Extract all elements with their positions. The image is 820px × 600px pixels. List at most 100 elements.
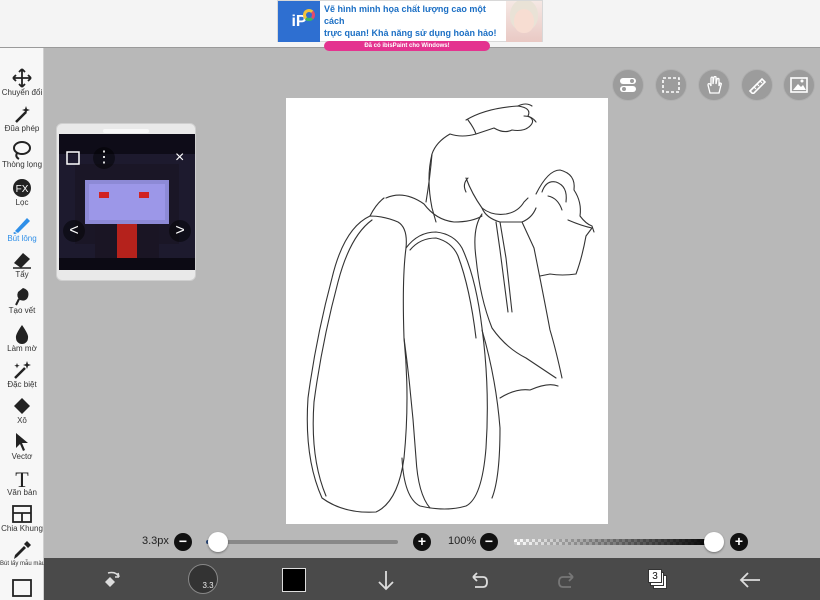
reference-menu-button[interactable]: ⋮	[93, 147, 115, 169]
tool-transform[interactable]: Chuyển đổi	[0, 68, 44, 97]
opacity-slider[interactable]	[514, 532, 724, 552]
next-image-button[interactable]: >	[169, 220, 191, 242]
tool-text[interactable]: T Văn bản	[0, 468, 44, 497]
brush-sliders: 3.3px − + 100% − +	[44, 528, 820, 556]
toggle-button[interactable]	[612, 69, 644, 101]
tool-frame-divider[interactable]: Chia Khung	[0, 504, 44, 533]
brush-icon	[13, 218, 30, 234]
tool-eyedropper[interactable]: Bút lấy mẫu màu	[0, 540, 46, 569]
back-arrow-icon	[739, 572, 760, 588]
tool-blur[interactable]: Làm mờ	[0, 324, 44, 353]
layers-icon: 3	[647, 569, 669, 591]
sketch-artwork	[306, 103, 595, 513]
drawing-canvas[interactable]	[286, 98, 608, 524]
expand-checkbox-icon[interactable]	[65, 150, 81, 170]
bucket-icon	[14, 398, 30, 414]
top-bar: iP Vẽ hình minh họa chất lượng cao một c…	[0, 0, 820, 51]
text-icon-glyph: T	[15, 468, 29, 488]
tool-magic-wand[interactable]: Đũa phép	[0, 104, 44, 133]
redo-button[interactable]	[554, 566, 582, 594]
tool-label: Đặc biệt	[7, 380, 37, 389]
frame-divider-icon	[12, 505, 32, 523]
ad-text: Vẽ hình minh họa chất lượng cao một cách…	[320, 1, 506, 51]
tool-canvas[interactable]	[0, 578, 44, 598]
ibispaint-logo: iP	[278, 1, 320, 42]
tool-label: Vectơ	[11, 452, 33, 461]
tool-eraser[interactable]: Tẩy	[0, 250, 44, 279]
current-color-swatch	[282, 568, 306, 592]
tool-label: Văn bản	[7, 488, 37, 497]
color-swatch-button[interactable]	[280, 566, 308, 594]
bottom-toolbar: 3.3 3	[44, 558, 820, 600]
tool-rail: Chuyển đổi Đũa phép Thòng lọng FX Lọc Bú…	[0, 48, 46, 600]
brush-size-slider[interactable]	[206, 532, 398, 552]
tool-vector[interactable]: Vectơ	[0, 432, 44, 461]
size-increase-button[interactable]: +	[413, 533, 431, 551]
ruler-icon	[748, 77, 767, 94]
hand-button[interactable]	[698, 69, 730, 101]
smudge-icon	[15, 288, 29, 306]
tool-label: Tạo vết	[8, 306, 36, 315]
layer-count: 3	[648, 569, 662, 583]
close-icon[interactable]: ×	[175, 150, 184, 166]
reference-image-button[interactable]	[783, 69, 815, 101]
tool-brush[interactable]: Bút lông	[0, 214, 44, 243]
toggle-icon	[620, 78, 636, 92]
ad-banner[interactable]: iP Vẽ hình minh họa chất lượng cao một c…	[277, 0, 543, 51]
undo-icon	[472, 572, 488, 588]
transform-button[interactable]	[98, 566, 126, 594]
tool-special[interactable]: Đặc biệt	[0, 360, 44, 389]
special-wand-icon	[14, 361, 32, 379]
reference-window[interactable]: ⋮ × < >	[56, 123, 196, 281]
ad-cta-button[interactable]: Đã có ibisPaint cho Windows!	[324, 41, 490, 51]
blur-drop-icon	[15, 325, 29, 344]
tool-bucket[interactable]: Xô	[0, 396, 44, 425]
opacity-thumb[interactable]	[704, 532, 724, 552]
tool-label: Chuyển đổi	[1, 88, 43, 97]
tool-label: Xô	[17, 416, 27, 425]
redo-icon	[558, 572, 574, 588]
text-icon: T	[15, 468, 29, 488]
selection-button[interactable]	[655, 69, 687, 101]
tool-label: Đũa phép	[4, 124, 40, 133]
brush-size-thumb[interactable]	[207, 532, 228, 552]
tool-label: Chia Khung	[1, 524, 43, 533]
canvas-icon	[12, 579, 32, 597]
tool-label: Làm mờ	[7, 344, 37, 353]
tool-smudge[interactable]: Tạo vết	[0, 286, 44, 315]
eraser-icon	[13, 253, 31, 269]
opacity-decrease-button[interactable]: −	[480, 533, 498, 551]
tool-label: Thòng lọng	[1, 160, 43, 169]
size-decrease-button[interactable]: −	[174, 533, 192, 551]
prev-image-button[interactable]: <	[63, 220, 85, 242]
selection-icon	[662, 77, 680, 93]
color-ring-icon	[303, 9, 315, 21]
brush-preview-button[interactable]: 3.3	[188, 564, 218, 594]
fx-filter-icon: FX	[13, 179, 31, 197]
down-arrow-icon	[378, 571, 394, 591]
lasso-icon	[13, 141, 31, 160]
tool-label: Lọc	[15, 198, 29, 207]
undo-button[interactable]	[464, 566, 492, 594]
hand-icon	[707, 76, 722, 94]
opacity-increase-button[interactable]: +	[730, 533, 748, 551]
ad-character-image	[506, 1, 542, 42]
brush-size-badge: 3.3	[202, 580, 214, 590]
tool-filter[interactable]: FX Lọc	[0, 178, 44, 207]
ad-line-1: Vẽ hình minh họa chất lượng cao một cách	[324, 4, 486, 26]
tool-label: Bút lông	[7, 234, 37, 243]
layers-button[interactable]: 3	[644, 566, 672, 594]
reference-image: ⋮ × < >	[59, 134, 195, 270]
reference-image-icon	[790, 77, 808, 93]
ruler-button[interactable]	[741, 69, 773, 101]
ad-line-2: trực quan! Khả năng sử dụng hoàn hảo!	[324, 28, 497, 38]
fx-text: FX	[16, 184, 29, 195]
tool-lasso[interactable]: Thòng lọng	[0, 140, 44, 169]
back-button[interactable]	[736, 566, 764, 594]
reference-drag-handle[interactable]	[103, 129, 149, 133]
tool-label: Bút lấy mẫu màu	[0, 561, 46, 567]
download-button[interactable]	[372, 566, 400, 594]
eyedropper-icon	[14, 541, 31, 559]
rotate-arrows-icon	[105, 571, 120, 587]
move-icon	[12, 68, 32, 88]
